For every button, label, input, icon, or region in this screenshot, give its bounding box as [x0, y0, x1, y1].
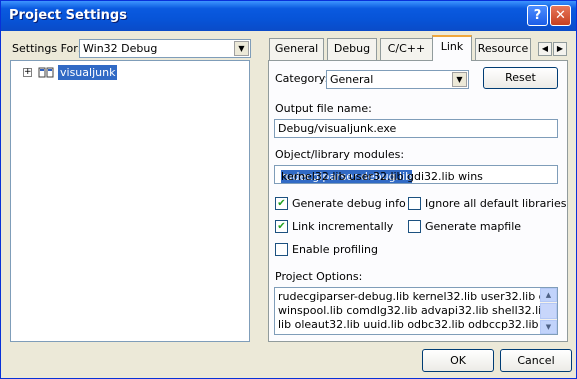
output-file-label: Output file name: — [275, 102, 372, 115]
chevron-down-icon[interactable]: ▼ — [234, 41, 249, 56]
project-options-textarea[interactable]: rudecgiparser-debug.lib kernel32.lib use… — [274, 287, 558, 335]
check-icon: ✔ — [277, 221, 286, 232]
tab-link[interactable]: Link — [432, 35, 472, 61]
output-file-value: Debug/visualjunk.exe — [278, 122, 397, 135]
ok-button[interactable]: OK — [422, 349, 494, 372]
output-file-input[interactable]: Debug/visualjunk.exe — [274, 119, 558, 138]
generate-mapfile-label[interactable]: Generate mapfile — [425, 220, 521, 233]
enable-profiling-label[interactable]: Enable profiling — [292, 243, 378, 256]
scroll-up-icon[interactable]: ▲ — [540, 288, 557, 302]
project-tree[interactable]: + visualjunk — [10, 60, 250, 342]
category-dropdown[interactable]: General ▼ — [326, 70, 469, 89]
scroll-down-icon[interactable]: ▼ — [540, 320, 557, 334]
cancel-button[interactable]: Cancel — [500, 349, 572, 372]
tab-debug[interactable]: Debug — [327, 38, 377, 60]
options-line: winspool.lib comdlg32.lib advapi32.lib s… — [278, 304, 540, 317]
expand-icon[interactable]: + — [23, 68, 32, 77]
link-incrementally-checkbox[interactable]: ✔ — [275, 220, 288, 233]
help-icon: ? — [533, 8, 542, 23]
modules-input[interactable]: rudecgiparser-debug.lib kernel32.lib use… — [274, 165, 558, 184]
options-scrollbar[interactable]: ▲ ▼ — [540, 288, 557, 334]
settings-for-label: Settings For: — [12, 42, 82, 55]
settings-for-value: Win32 Debug — [83, 42, 158, 55]
enable-profiling-checkbox[interactable] — [275, 243, 288, 256]
dialog-title: Project Settings — [9, 8, 127, 23]
options-line: lib oleaut32.lib uuid.lib odbc32.lib odb… — [278, 318, 540, 331]
category-value: General — [330, 73, 374, 86]
link-incrementally-label[interactable]: Link incrementally — [292, 220, 393, 233]
tree-item-visualjunk[interactable]: visualjunk — [58, 65, 118, 80]
modules-rest-text: kernel32.lib user32.lib gdi32.lib wins — [281, 170, 483, 183]
tab-scroll-left-icon[interactable]: ◀ — [538, 42, 552, 56]
modules-label: Object/library modules: — [275, 148, 405, 161]
tab-scroll-right-icon[interactable]: ▶ — [553, 42, 567, 56]
category-label: Category: — [275, 72, 329, 85]
tab-cpp[interactable]: C/C++ — [380, 38, 433, 60]
close-button[interactable]: ✕ — [550, 5, 571, 26]
tab-resource[interactable]: Resource — [475, 38, 531, 60]
chevron-down-icon[interactable]: ▼ — [452, 72, 467, 87]
project-icon — [38, 67, 54, 78]
help-button[interactable]: ? — [527, 5, 548, 26]
check-icon: ✔ — [277, 198, 286, 209]
ignore-default-libraries-checkbox[interactable] — [408, 197, 421, 210]
title-bar[interactable]: Project Settings ? ✕ — [1, 1, 576, 31]
close-icon: ✕ — [555, 8, 566, 23]
settings-for-dropdown[interactable]: Win32 Debug ▼ — [79, 39, 251, 58]
generate-debug-info-label[interactable]: Generate debug info — [292, 197, 406, 210]
options-line: rudecgiparser-debug.lib kernel32.lib use… — [278, 290, 540, 303]
project-settings-dialog: Project Settings ? ✕ Settings For: Win32… — [0, 0, 577, 379]
project-options-text: rudecgiparser-debug.lib kernel32.lib use… — [278, 290, 540, 332]
reset-button[interactable]: Reset — [483, 67, 558, 89]
project-options-label: Project Options: — [275, 270, 363, 283]
generate-mapfile-checkbox[interactable] — [408, 220, 421, 233]
generate-debug-info-checkbox[interactable]: ✔ — [275, 197, 288, 210]
scroll-thumb[interactable] — [540, 303, 557, 319]
ignore-default-libraries-label[interactable]: Ignore all default libraries — [425, 197, 566, 210]
tab-general[interactable]: General — [269, 38, 324, 60]
